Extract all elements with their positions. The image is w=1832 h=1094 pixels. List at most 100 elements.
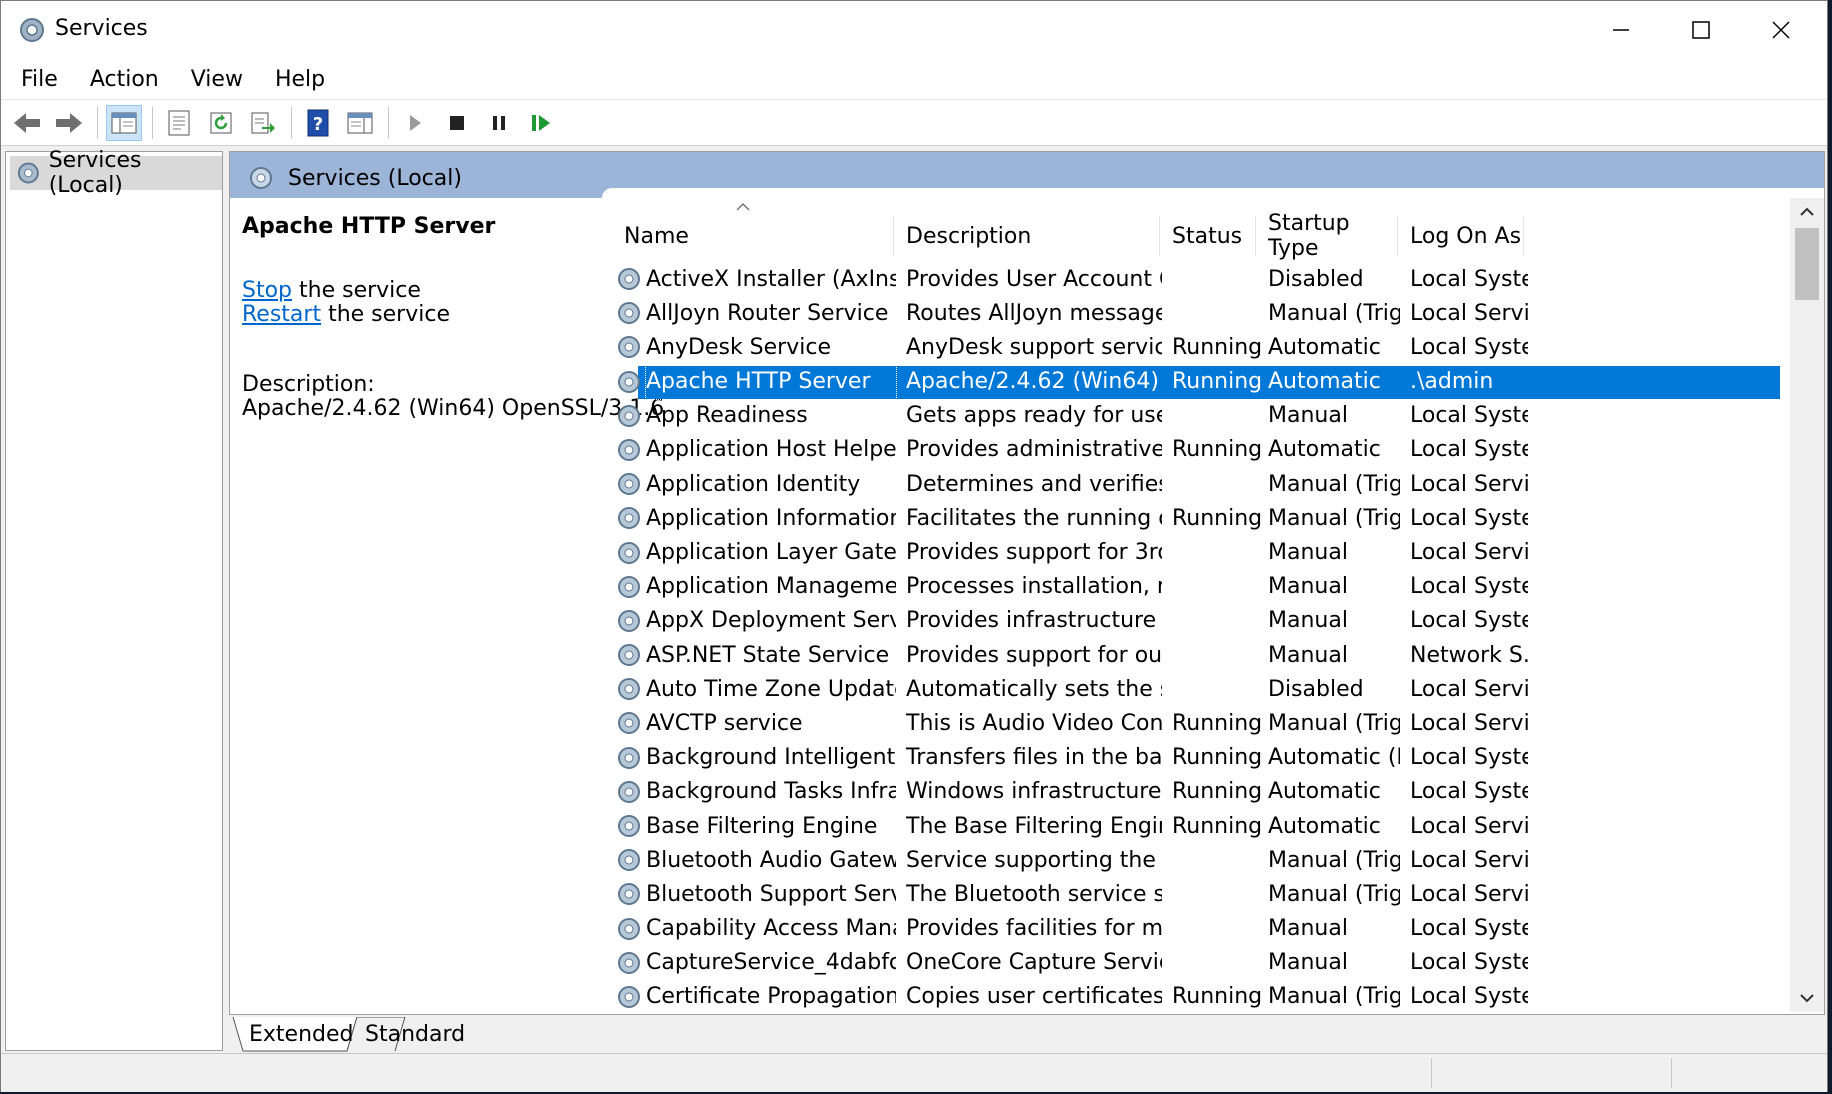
table-row[interactable]: AllJoyn Router Service Routes AllJoyn mes…	[612, 296, 1792, 330]
scroll-down-button[interactable]	[1790, 984, 1824, 1012]
cell-description: Routes AllJoyn messages for...	[906, 300, 1162, 326]
cell-name: CaptureService_4dabfc	[646, 950, 896, 976]
cell-startup: Manual (Trig...	[1268, 881, 1400, 907]
table-row[interactable]: AnyDesk Service AnyDesk support service. R…	[612, 330, 1792, 364]
pane-header: Services (Local)	[230, 152, 1824, 198]
menu-action[interactable]: Action	[78, 67, 171, 92]
table-row[interactable]: ASP.NET State Service Provides support fo…	[612, 638, 1792, 672]
table-row[interactable]: Background Tasks Infrastru... Windows inf…	[612, 775, 1792, 809]
vertical-scrollbar[interactable]	[1790, 198, 1824, 1012]
table-row[interactable]: Application Information Facilitates the r…	[612, 501, 1792, 535]
scroll-up-button[interactable]	[1790, 198, 1824, 226]
restart-service-line: Restart the service	[242, 302, 450, 327]
column-header-label: Status	[1172, 223, 1243, 249]
cell-description: Provides support for out-of-...	[906, 642, 1162, 668]
column-header-startup-type[interactable]: Startup Type	[1256, 211, 1398, 261]
cell-startup: Disabled	[1268, 266, 1364, 292]
cell-status	[1172, 946, 1262, 980]
cell-logon: Network S...	[1410, 642, 1528, 668]
menu-file[interactable]: File	[9, 67, 70, 92]
table-row[interactable]: Certificate Propagation Copies user certi…	[612, 980, 1792, 1012]
table-row[interactable]: App Readiness Gets apps ready for use the…	[612, 399, 1792, 433]
restart-service-button[interactable]	[523, 105, 559, 141]
services-table: Name Description Status Startup Type Log…	[612, 198, 1822, 1012]
cell-status	[1172, 570, 1262, 604]
service-gear-icon	[618, 541, 640, 564]
service-gear-icon	[618, 507, 640, 530]
maximize-button[interactable]	[1661, 1, 1741, 59]
refresh-button[interactable]	[203, 105, 239, 141]
cell-startup: Manual	[1268, 574, 1348, 600]
table-row[interactable]: Bluetooth Support Service The Bluetooth s…	[612, 877, 1792, 911]
column-header-description[interactable]: Description	[894, 216, 1160, 256]
table-row[interactable]: Auto Time Zone Updater Automatically sets…	[612, 672, 1792, 706]
cell-status	[1172, 843, 1262, 877]
cell-logon: Local Syste...	[1410, 437, 1528, 463]
table-row[interactable]: Application Host Helper Ser... Provides a…	[612, 433, 1792, 467]
cell-name: Application Identity	[646, 471, 861, 497]
service-gear-icon	[618, 917, 640, 940]
toolbar-separator	[97, 106, 98, 139]
restart-service-link[interactable]: Restart	[242, 302, 321, 327]
table-row[interactable]: Application Identity Determines and verif…	[612, 467, 1792, 501]
cell-startup: Automatic	[1268, 813, 1381, 839]
table-row[interactable]: AppX Deployment Service (... Provides inf…	[612, 604, 1792, 638]
cell-status	[1172, 912, 1262, 946]
table-row[interactable]: Bluetooth Audio Gateway S... Service supp…	[612, 843, 1792, 877]
service-gear-icon	[618, 951, 640, 974]
table-row[interactable]: Background Intelligent Tran... Transfers …	[612, 741, 1792, 775]
show-hide-action-pane-button[interactable]	[342, 105, 378, 141]
cell-description: Determines and verifies the i...	[906, 471, 1162, 497]
table-row[interactable]: Capability Access Manager ... Provides fa…	[612, 912, 1792, 946]
cell-logon: Local Syste...	[1410, 574, 1528, 600]
start-service-button[interactable]	[397, 105, 433, 141]
forward-button[interactable]	[51, 105, 87, 141]
menu-help[interactable]: Help	[263, 67, 337, 92]
column-header-status[interactable]: Status	[1160, 216, 1256, 256]
column-header-name[interactable]: Name	[612, 202, 894, 256]
cell-logon: Local Syste...	[1410, 984, 1528, 1010]
table-row[interactable]: CaptureService_4dabfc OneCore Capture Ser…	[612, 946, 1792, 980]
cell-startup: Manual (Trig...	[1268, 300, 1400, 326]
status-bar	[1, 1053, 1827, 1092]
cell-name: AVCTP service	[646, 710, 803, 736]
stop-service-link[interactable]: Stop	[242, 278, 292, 303]
status-divider	[1431, 1058, 1432, 1088]
pause-service-button[interactable]	[481, 105, 517, 141]
tree-item-services-local[interactable]: Services (Local)	[10, 148, 222, 198]
table-row[interactable]: Application Management Processes installa…	[612, 570, 1792, 604]
service-gear-icon	[618, 609, 640, 632]
cell-description: Gets apps ready for use the f...	[906, 403, 1162, 429]
help-button[interactable]: ?	[300, 105, 336, 141]
scroll-thumb[interactable]	[1795, 228, 1819, 300]
menu-view[interactable]: View	[179, 67, 255, 92]
stop-service-button[interactable]	[439, 105, 475, 141]
show-hide-console-tree-button[interactable]	[106, 104, 142, 141]
service-gear-icon	[618, 883, 640, 906]
table-row[interactable]: Base Filtering Engine The Base Filtering …	[612, 809, 1792, 843]
minimize-icon	[1613, 29, 1629, 31]
cell-status	[1172, 467, 1262, 501]
table-row[interactable]: Apache HTTP Server Apache/2.4.62 (Win64) …	[612, 363, 1792, 400]
stop-icon	[450, 115, 464, 130]
column-header-log-on-as[interactable]: Log On As	[1398, 216, 1524, 256]
table-row[interactable]: AVCTP service This is Audio Video Control…	[612, 706, 1792, 740]
close-button[interactable]	[1741, 1, 1821, 59]
table-row[interactable]: Application Layer Gateway ... Provides su…	[612, 536, 1792, 570]
properties-button[interactable]	[161, 105, 197, 141]
tree-item-label: Services (Local)	[48, 148, 142, 198]
cell-status: Running	[1172, 779, 1262, 805]
minimize-button[interactable]	[1581, 1, 1661, 59]
export-list-button[interactable]	[245, 105, 281, 141]
tab-standard[interactable]: Standard	[365, 1017, 465, 1051]
service-gear-icon	[618, 849, 640, 872]
back-button[interactable]	[9, 105, 45, 141]
forward-arrow-icon	[56, 112, 82, 133]
tab-extended[interactable]: Extended	[249, 1017, 354, 1051]
toolbar: ?	[1, 100, 1827, 146]
cell-description: Windows infrastructure servi...	[906, 779, 1162, 805]
service-gear-icon	[618, 268, 640, 290]
toolbar-separator	[388, 106, 389, 139]
description-text: Apache/2.4.62 (Win64) OpenSSL/3.1.6	[242, 396, 665, 421]
table-row[interactable]: ActiveX Installer (AxInstSV) Provides Use…	[612, 262, 1792, 296]
